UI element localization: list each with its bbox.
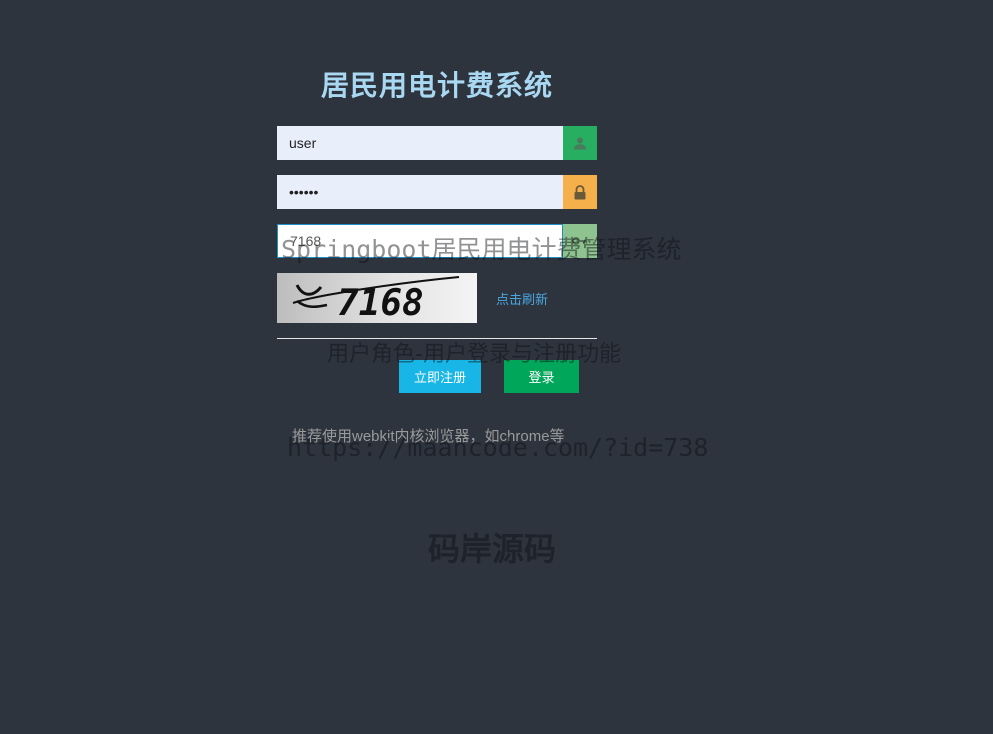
login-page: 居民用电计费系统 user •••••• 7168 7168 点击刷新 立即注册…: [0, 0, 993, 734]
password-input[interactable]: [277, 175, 563, 209]
user-icon: [563, 126, 597, 160]
captcha-image[interactable]: 7168: [277, 273, 477, 324]
password-field-group: [277, 175, 597, 209]
captcha-field-group: [277, 224, 597, 258]
register-button[interactable]: 立即注册: [399, 360, 481, 393]
login-button[interactable]: 登录: [504, 360, 579, 393]
captcha-text: 7168: [337, 283, 424, 323]
captcha-input[interactable]: [277, 224, 563, 258]
username-input[interactable]: [277, 126, 563, 160]
page-title: 居民用电计费系统: [320, 69, 553, 102]
browser-hint: 推荐使用webkit内核浏览器，如chrome等: [292, 428, 565, 445]
divider: [277, 338, 597, 339]
refresh-captcha-link[interactable]: 点击刷新: [496, 289, 548, 308]
watermark-line-4: 码岸源码: [428, 530, 557, 568]
username-field-group: [277, 126, 597, 160]
lock-icon: [563, 175, 597, 209]
key-icon: [563, 224, 597, 258]
